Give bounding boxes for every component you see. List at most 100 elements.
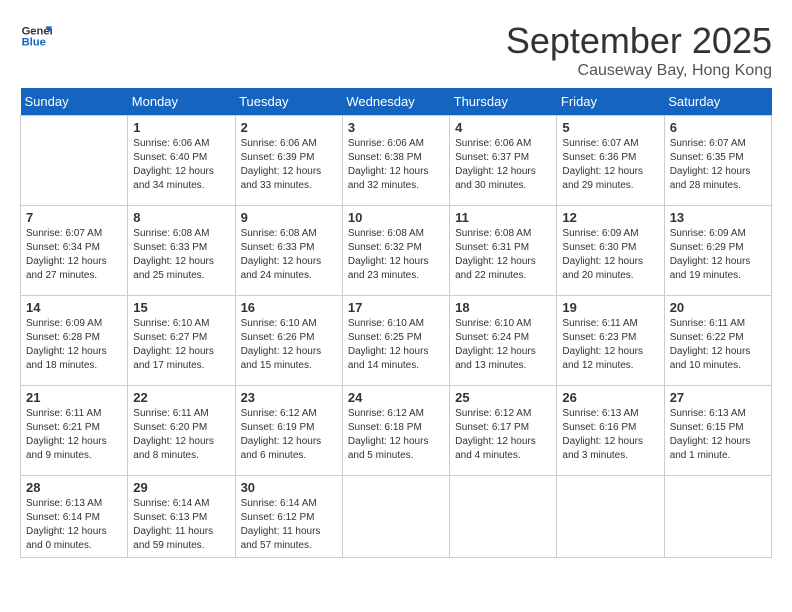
column-header-sunday: Sunday: [21, 88, 128, 116]
calendar-cell: 11 Sunrise: 6:08 AM Sunset: 6:31 PM Dayli…: [450, 206, 557, 296]
calendar-cell: 29 Sunrise: 6:14 AM Sunset: 6:13 PM Dayli…: [128, 476, 235, 558]
day-number: 12: [562, 210, 658, 225]
day-number: 3: [348, 120, 444, 135]
calendar-cell: 19 Sunrise: 6:11 AM Sunset: 6:23 PM Dayli…: [557, 296, 664, 386]
calendar-cell: 1 Sunrise: 6:06 AM Sunset: 6:40 PM Daylig…: [128, 116, 235, 206]
day-number: 22: [133, 390, 229, 405]
calendar-week-row: 14Sunrise: 6:09 AM Sunset: 6:28 PM Dayli…: [21, 296, 772, 386]
calendar-cell: 7Sunrise: 6:07 AM Sunset: 6:34 PM Daylig…: [21, 206, 128, 296]
day-info: Sunrise: 6:13 AM Sunset: 6:14 PM Dayligh…: [26, 497, 122, 553]
day-number: 26: [562, 390, 658, 405]
day-number: 6: [670, 120, 766, 135]
day-number: 18: [455, 300, 551, 315]
calendar-cell: 12 Sunrise: 6:09 AM Sunset: 6:30 PM Dayli…: [557, 206, 664, 296]
day-info: Sunrise: 6:11 AM Sunset: 6:22 PM Dayligh…: [670, 317, 766, 373]
column-header-tuesday: Tuesday: [235, 88, 342, 116]
day-number: 10: [348, 210, 444, 225]
calendar-cell: 13Sunrise: 6:09 AM Sunset: 6:29 PM Dayli…: [664, 206, 771, 296]
calendar-cell: [664, 476, 771, 558]
calendar-cell: 3 Sunrise: 6:06 AM Sunset: 6:38 PM Daylig…: [342, 116, 449, 206]
column-header-friday: Friday: [557, 88, 664, 116]
day-info: Sunrise: 6:12 AM Sunset: 6:18 PM Dayligh…: [348, 407, 444, 463]
day-info: Sunrise: 6:12 AM Sunset: 6:17 PM Dayligh…: [455, 407, 551, 463]
calendar-cell: 18 Sunrise: 6:10 AM Sunset: 6:24 PM Dayli…: [450, 296, 557, 386]
calendar-week-row: 7Sunrise: 6:07 AM Sunset: 6:34 PM Daylig…: [21, 206, 772, 296]
day-info: Sunrise: 6:06 AM Sunset: 6:40 PM Dayligh…: [133, 137, 229, 193]
day-info: Sunrise: 6:06 AM Sunset: 6:39 PM Dayligh…: [241, 137, 337, 193]
location-subtitle: Causeway Bay, Hong Kong: [506, 62, 772, 80]
day-number: 30: [241, 480, 337, 495]
calendar-week-row: 21 Sunrise: 6:11 AM Sunset: 6:21 PM Dayli…: [21, 386, 772, 476]
calendar-cell: 25 Sunrise: 6:12 AM Sunset: 6:17 PM Dayli…: [450, 386, 557, 476]
calendar-cell: [342, 476, 449, 558]
calendar-cell: 4 Sunrise: 6:06 AM Sunset: 6:37 PM Daylig…: [450, 116, 557, 206]
day-info: Sunrise: 6:11 AM Sunset: 6:23 PM Dayligh…: [562, 317, 658, 373]
calendar-cell: 24 Sunrise: 6:12 AM Sunset: 6:18 PM Dayli…: [342, 386, 449, 476]
day-info: Sunrise: 6:11 AM Sunset: 6:20 PM Dayligh…: [133, 407, 229, 463]
column-header-wednesday: Wednesday: [342, 88, 449, 116]
calendar-header-row: SundayMondayTuesdayWednesdayThursdayFrid…: [21, 88, 772, 116]
day-number: 28: [26, 480, 122, 495]
calendar-cell: 17 Sunrise: 6:10 AM Sunset: 6:25 PM Dayli…: [342, 296, 449, 386]
day-info: Sunrise: 6:10 AM Sunset: 6:26 PM Dayligh…: [241, 317, 337, 373]
calendar-cell: [21, 116, 128, 206]
calendar-cell: [557, 476, 664, 558]
day-number: 17: [348, 300, 444, 315]
calendar-cell: [450, 476, 557, 558]
day-number: 21: [26, 390, 122, 405]
day-info: Sunrise: 6:11 AM Sunset: 6:21 PM Dayligh…: [26, 407, 122, 463]
calendar-cell: 22 Sunrise: 6:11 AM Sunset: 6:20 PM Dayli…: [128, 386, 235, 476]
calendar-cell: 28 Sunrise: 6:13 AM Sunset: 6:14 PM Dayli…: [21, 476, 128, 558]
day-info: Sunrise: 6:08 AM Sunset: 6:33 PM Dayligh…: [241, 227, 337, 283]
logo: General Blue: [20, 20, 52, 52]
month-title: September 2025: [506, 20, 772, 62]
day-number: 29: [133, 480, 229, 495]
day-info: Sunrise: 6:13 AM Sunset: 6:16 PM Dayligh…: [562, 407, 658, 463]
calendar-cell: 5 Sunrise: 6:07 AM Sunset: 6:36 PM Daylig…: [557, 116, 664, 206]
calendar-week-row: 1 Sunrise: 6:06 AM Sunset: 6:40 PM Daylig…: [21, 116, 772, 206]
column-header-monday: Monday: [128, 88, 235, 116]
day-number: 23: [241, 390, 337, 405]
page-header: General Blue September 2025 Causeway Bay…: [20, 20, 772, 80]
calendar-week-row: 28 Sunrise: 6:13 AM Sunset: 6:14 PM Dayli…: [21, 476, 772, 558]
day-number: 8: [133, 210, 229, 225]
day-info: Sunrise: 6:06 AM Sunset: 6:38 PM Dayligh…: [348, 137, 444, 193]
day-info: Sunrise: 6:10 AM Sunset: 6:24 PM Dayligh…: [455, 317, 551, 373]
svg-text:Blue: Blue: [22, 37, 46, 49]
day-number: 5: [562, 120, 658, 135]
day-number: 13: [670, 210, 766, 225]
day-number: 24: [348, 390, 444, 405]
day-number: 20: [670, 300, 766, 315]
day-info: Sunrise: 6:07 AM Sunset: 6:35 PM Dayligh…: [670, 137, 766, 193]
day-info: Sunrise: 6:10 AM Sunset: 6:25 PM Dayligh…: [348, 317, 444, 373]
day-number: 1: [133, 120, 229, 135]
calendar-cell: 2Sunrise: 6:06 AM Sunset: 6:39 PM Daylig…: [235, 116, 342, 206]
day-info: Sunrise: 6:10 AM Sunset: 6:27 PM Dayligh…: [133, 317, 229, 373]
day-number: 4: [455, 120, 551, 135]
day-number: 25: [455, 390, 551, 405]
calendar-cell: 10Sunrise: 6:08 AM Sunset: 6:32 PM Dayli…: [342, 206, 449, 296]
calendar-cell: 14Sunrise: 6:09 AM Sunset: 6:28 PM Dayli…: [21, 296, 128, 386]
calendar-cell: 20 Sunrise: 6:11 AM Sunset: 6:22 PM Dayli…: [664, 296, 771, 386]
calendar-cell: 27Sunrise: 6:13 AM Sunset: 6:15 PM Dayli…: [664, 386, 771, 476]
day-number: 16: [241, 300, 337, 315]
day-info: Sunrise: 6:12 AM Sunset: 6:19 PM Dayligh…: [241, 407, 337, 463]
day-number: 19: [562, 300, 658, 315]
day-number: 15: [133, 300, 229, 315]
day-info: Sunrise: 6:14 AM Sunset: 6:13 PM Dayligh…: [133, 497, 229, 553]
calendar-cell: 9 Sunrise: 6:08 AM Sunset: 6:33 PM Daylig…: [235, 206, 342, 296]
column-header-saturday: Saturday: [664, 88, 771, 116]
column-header-thursday: Thursday: [450, 88, 557, 116]
calendar-cell: 21 Sunrise: 6:11 AM Sunset: 6:21 PM Dayli…: [21, 386, 128, 476]
day-info: Sunrise: 6:06 AM Sunset: 6:37 PM Dayligh…: [455, 137, 551, 193]
calendar-cell: 16 Sunrise: 6:10 AM Sunset: 6:26 PM Dayli…: [235, 296, 342, 386]
day-info: Sunrise: 6:09 AM Sunset: 6:30 PM Dayligh…: [562, 227, 658, 283]
day-info: Sunrise: 6:07 AM Sunset: 6:36 PM Dayligh…: [562, 137, 658, 193]
day-number: 27: [670, 390, 766, 405]
day-number: 9: [241, 210, 337, 225]
calendar-cell: 6 Sunrise: 6:07 AM Sunset: 6:35 PM Daylig…: [664, 116, 771, 206]
day-number: 11: [455, 210, 551, 225]
day-info: Sunrise: 6:08 AM Sunset: 6:31 PM Dayligh…: [455, 227, 551, 283]
calendar-table: SundayMondayTuesdayWednesdayThursdayFrid…: [20, 88, 772, 558]
day-info: Sunrise: 6:09 AM Sunset: 6:28 PM Dayligh…: [26, 317, 122, 373]
